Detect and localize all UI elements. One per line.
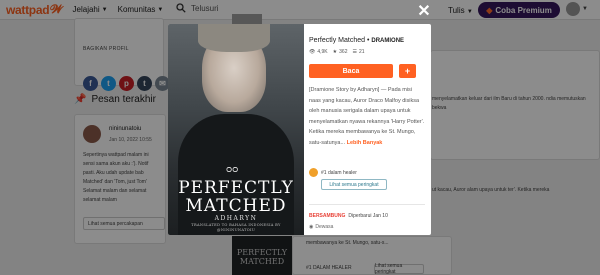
cover-title-line2: MATCHED — [185, 196, 287, 216]
reads-stat: 👁 4,9K — [309, 49, 328, 55]
updated-date: Diperbarui Jan 10 — [348, 213, 388, 219]
votes-count: 362 — [339, 49, 348, 55]
glasses-icon: ᴑᴑ — [226, 165, 239, 175]
view-rankings-button[interactable]: Lihat semua peringkat — [321, 179, 387, 190]
ongoing-tag: BERSAMBUNG — [309, 213, 346, 219]
more-link[interactable]: Lebih Banyak — [347, 140, 383, 146]
add-to-library-button[interactable]: + — [399, 64, 416, 78]
parts-stat: ☰ 21 — [352, 49, 364, 55]
cover-sub-line: @NININUNATOIU — [216, 227, 256, 232]
reads-count: 4,9K — [317, 49, 328, 55]
mature-text: Dewasa — [315, 224, 334, 230]
story-title-text: Perfectly Matched — [309, 37, 366, 44]
list-icon: ☰ — [352, 49, 357, 55]
close-icon[interactable]: ✕ — [416, 4, 432, 20]
star-icon: ★ — [332, 49, 338, 55]
story-stats: 👁 4,9K ★ 362 ☰ 21 — [309, 49, 365, 55]
story-description: [Dramione Story by Adharyn] — Pada misi … — [309, 85, 425, 149]
votes-stat: ★ 362 — [333, 49, 348, 55]
cover-translation-note: TRANSLATED TO BAHASA INDONESIA BY @NININ… — [168, 223, 304, 232]
story-status: BERSAMBUNG Diperbarui Jan 10 — [309, 213, 388, 219]
mature-icon: ◉ — [309, 224, 314, 230]
cover-title-line1: PERFECTLY — [178, 178, 294, 198]
story-info: Perfectly Matched • DRAMIONE 👁 4,9K ★ 36… — [309, 24, 427, 235]
cover-author: ADHARYN — [214, 215, 258, 222]
read-button[interactable]: Baca — [309, 64, 393, 78]
eye-icon: 👁 — [309, 49, 316, 55]
mature-label: ◉ Dewasa — [309, 224, 333, 230]
story-cover[interactable]: ᴑᴑ PERFECTLY MATCHED ADHARYN TRANSLATED … — [168, 24, 304, 235]
rank-text: #1 dalam healer — [321, 169, 357, 176]
story-rank: #1 dalam healer — [309, 168, 357, 177]
story-title[interactable]: Perfectly Matched • DRAMIONE — [309, 37, 404, 44]
story-category: DRAMIONE — [371, 38, 405, 44]
story-preview-modal: ᴑᴑ PERFECTLY MATCHED ADHARYN TRANSLATED … — [168, 24, 431, 235]
rank-badge-icon — [309, 168, 318, 177]
description-text: [Dramione Story by Adharyn] — Pada misi … — [309, 87, 425, 146]
cover-figure-hair — [198, 24, 270, 52]
divider — [309, 204, 425, 205]
parts-count: 21 — [358, 49, 365, 55]
